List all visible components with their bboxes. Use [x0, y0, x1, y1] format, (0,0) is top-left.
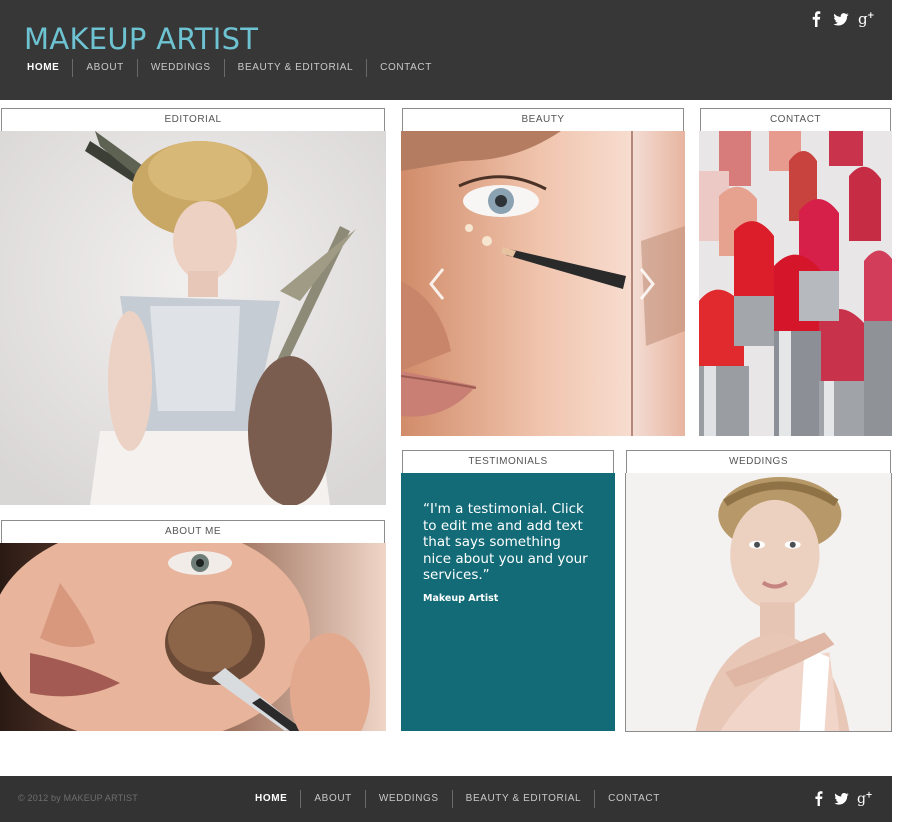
contact-photo[interactable]	[699, 131, 892, 436]
tile-label-testimonials[interactable]: TESTIMONIALS	[402, 450, 614, 474]
slideshow-prev-arrow-icon[interactable]	[427, 267, 447, 301]
nav-item-home[interactable]: HOME	[18, 59, 72, 77]
tile-label-weddings[interactable]: WEDDINGS	[626, 450, 891, 474]
beauty-photo-slideshow[interactable]	[401, 131, 685, 436]
footer-nav-item-home[interactable]: HOME	[246, 790, 300, 808]
footer-social-links: g +	[811, 790, 872, 806]
facebook-icon[interactable]	[808, 10, 824, 27]
facebook-icon[interactable]	[811, 790, 826, 806]
svg-text:+: +	[867, 11, 874, 21]
svg-text:+: +	[865, 790, 872, 800]
editorial-photo[interactable]	[0, 131, 386, 505]
testimonial-author: Makeup Artist	[423, 592, 499, 604]
about-me-photo[interactable]	[0, 543, 386, 731]
tile-label-contact[interactable]: CONTACT	[700, 108, 891, 132]
nav-item-beauty-editorial[interactable]: BEAUTY & EDITORIAL	[223, 59, 366, 77]
site-footer: © 2012 by MAKEUP ARTIST HOME ABOUT WEDDI…	[0, 776, 892, 822]
footer-nav-item-contact[interactable]: CONTACT	[594, 790, 673, 808]
google-plus-icon[interactable]: g +	[858, 10, 874, 27]
header-social-links: g +	[808, 10, 874, 27]
slideshow-next-arrow-icon[interactable]	[637, 267, 657, 301]
nav-item-about[interactable]: ABOUT	[72, 59, 136, 77]
weddings-photo[interactable]	[625, 473, 892, 732]
main-nav: HOME ABOUT WEDDINGS BEAUTY & EDITORIAL C…	[18, 59, 445, 77]
tile-label-editorial[interactable]: EDITORIAL	[1, 108, 385, 132]
tile-label-beauty[interactable]: BEAUTY	[402, 108, 684, 132]
footer-nav-item-beauty-editorial[interactable]: BEAUTY & EDITORIAL	[451, 790, 594, 808]
testimonial-box: “I'm a testimonial. Click to edit me and…	[401, 473, 615, 731]
tile-label-about-me[interactable]: ABOUT ME	[1, 520, 385, 544]
footer-nav-item-about[interactable]: ABOUT	[300, 790, 364, 808]
twitter-icon[interactable]	[834, 790, 849, 806]
site-title[interactable]: MAKEUP ARTIST	[24, 22, 258, 56]
footer-nav-item-weddings[interactable]: WEDDINGS	[364, 790, 452, 808]
twitter-icon[interactable]	[833, 10, 849, 27]
testimonial-quote[interactable]: “I'm a testimonial. Click to edit me and…	[423, 501, 593, 584]
footer-copyright: © 2012 by MAKEUP ARTIST	[18, 793, 138, 803]
site-header: MAKEUP ARTIST HOME ABOUT WEDDINGS BEAUTY…	[0, 0, 892, 100]
nav-item-weddings[interactable]: WEDDINGS	[136, 59, 224, 77]
nav-item-contact[interactable]: CONTACT	[366, 59, 445, 77]
footer-nav: HOME ABOUT WEDDINGS BEAUTY & EDITORIAL C…	[246, 790, 673, 808]
google-plus-icon[interactable]: g +	[857, 790, 872, 806]
